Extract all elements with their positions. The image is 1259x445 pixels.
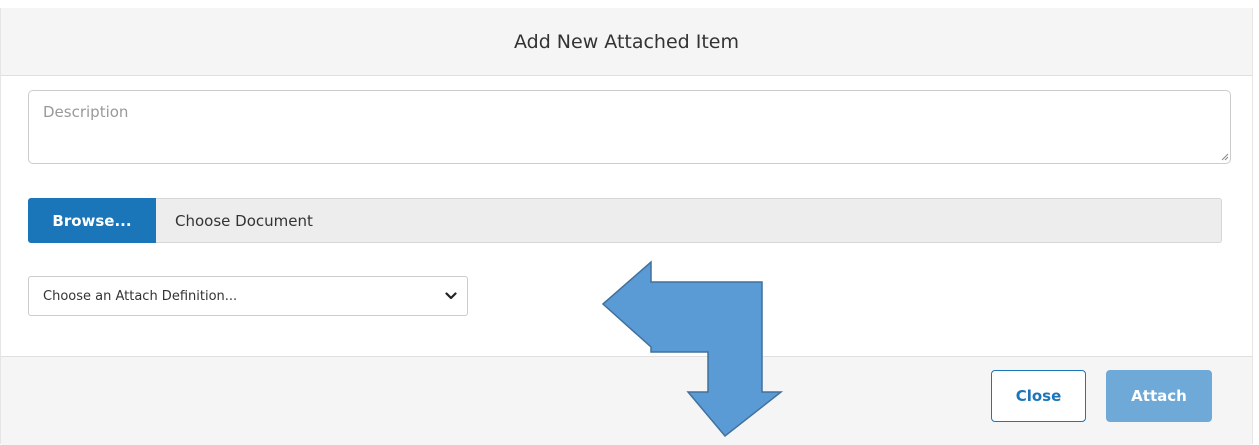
chevron-down-icon (445, 292, 457, 300)
attach-button[interactable]: Attach (1106, 370, 1212, 422)
file-name-display[interactable]: Choose Document (156, 198, 1222, 243)
resize-grip-icon[interactable] (1221, 153, 1229, 161)
browse-button[interactable]: Browse... (28, 198, 156, 243)
attach-definition-selected: Choose an Attach Definition... (43, 288, 238, 304)
dialog-header: Add New Attached Item (1, 8, 1252, 76)
dialog-title: Add New Attached Item (513, 30, 740, 53)
description-textarea[interactable] (28, 90, 1231, 164)
close-button[interactable]: Close (991, 370, 1086, 422)
file-picker: Browse... Choose Document (28, 198, 1222, 243)
file-name-label: Choose Document (175, 211, 313, 230)
attach-definition-select[interactable]: Choose an Attach Definition... (28, 276, 468, 316)
